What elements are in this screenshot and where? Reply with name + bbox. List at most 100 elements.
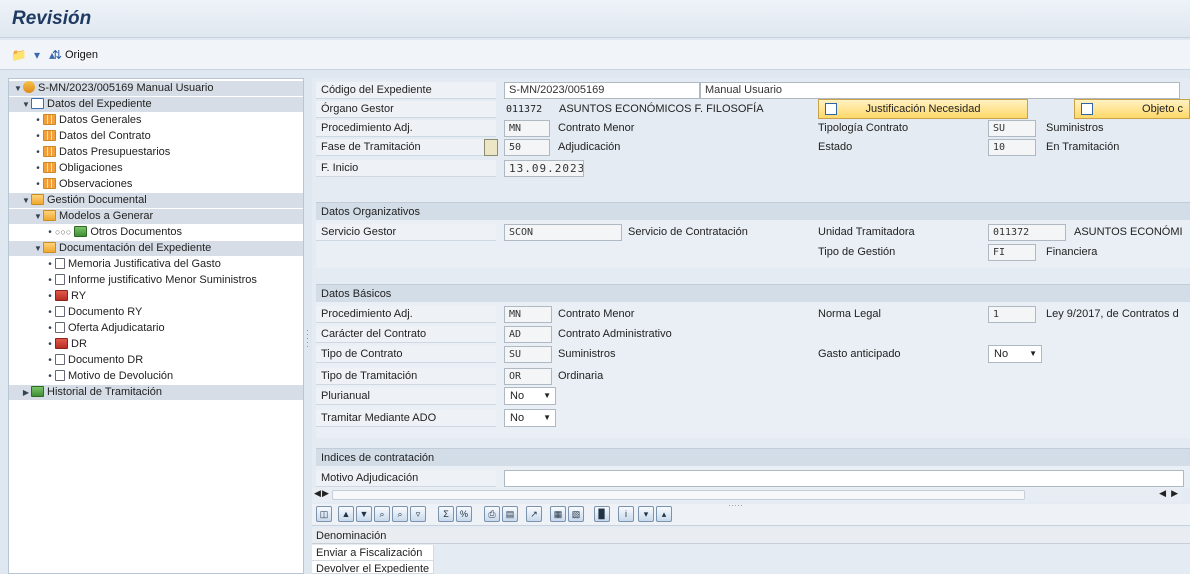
chart-icon[interactable]: ▉ <box>594 506 610 522</box>
norma-label: Norma Legal <box>818 308 881 320</box>
expand-icon[interactable]: ▾ <box>638 506 654 522</box>
find-icon[interactable]: ⌕ <box>374 506 390 522</box>
motivo-field[interactable] <box>504 470 1184 487</box>
tree-item-label: DR <box>71 338 87 350</box>
tree-item-memoria[interactable]: • Memoria Justificativa del Gasto <box>9 257 221 272</box>
horizontal-scrollbar[interactable]: ◀ ▶ ◀ ▶ <box>312 488 1182 502</box>
tree-item-label: Documento DR <box>68 354 144 366</box>
tipo-contrato-code: SU <box>504 346 552 363</box>
tree-item-gestion-documental[interactable]: ▼ Gestión Documental <box>9 193 303 208</box>
tree-item-datos-generales[interactable]: • Datos Generales <box>9 113 142 128</box>
layout-icon[interactable]: ▧ <box>568 506 584 522</box>
tramitacion-code: OR <box>504 368 552 385</box>
tree-item-expediente[interactable]: ▼ S-MN/2023/005169 Manual Usuario <box>9 81 303 96</box>
document-icon <box>55 370 65 381</box>
norma-code: 1 <box>988 306 1036 323</box>
scroll-left-icon[interactable]: ◀ <box>314 488 321 499</box>
tree-item-modelos[interactable]: ▼ Modelos a Generar <box>9 209 303 224</box>
info-icon[interactable]: i <box>618 506 634 522</box>
tree-item-obligaciones[interactable]: • Obligaciones <box>9 161 123 176</box>
caracter-text: Contrato Administrativo <box>558 328 672 340</box>
table-row[interactable]: Enviar a Fiscalización <box>312 545 434 561</box>
tree-item-datos-expediente[interactable]: ▼ Datos del Expediente <box>9 97 303 112</box>
scroll-right-icon[interactable]: ▶ <box>322 488 329 499</box>
collapse-icon[interactable]: ▴ <box>656 506 672 522</box>
expand-all-icon[interactable]: ▾ <box>30 48 44 62</box>
splitter-grip-icon[interactable]: ····· <box>728 500 743 510</box>
details-icon[interactable]: ◫ <box>316 506 332 522</box>
scroll-thumb[interactable] <box>332 490 1025 500</box>
grid-icon <box>43 162 56 173</box>
folder-icon[interactable]: 📁 <box>12 48 27 62</box>
servicio-code: SCON <box>504 224 622 241</box>
sort-ascending-icon[interactable]: ▲ <box>338 506 354 522</box>
codigo-field[interactable]: S-MN/2023/005169 <box>504 82 700 99</box>
subtotal-icon[interactable]: % <box>456 506 472 522</box>
tree-item-label: Modelos a Generar <box>59 210 154 222</box>
tipologia-text: Suministros <box>1046 122 1104 134</box>
tree-item-documentacion[interactable]: ▼ Documentación del Expediente <box>9 241 303 256</box>
tree-item-motivo-devolucion[interactable]: • Motivo de Devolución <box>9 369 173 384</box>
tree-item-oferta[interactable]: • Oferta Adjudicatario <box>9 321 165 336</box>
tree-item-observaciones[interactable]: • Observaciones <box>9 177 132 192</box>
scroll-right-end-icon[interactable]: ▶ <box>1171 488 1178 499</box>
tree-item-label: Documento RY <box>68 306 143 318</box>
tree-item-label: Motivo de Devolución <box>68 370 174 382</box>
tree-item-dr[interactable]: • DR <box>9 337 87 352</box>
descripcion-field[interactable]: Manual Usuario <box>700 82 1180 99</box>
expand-arrow-icon[interactable]: ▼ <box>21 193 31 208</box>
dropdown-arrow-icon[interactable]: ▼ <box>543 410 551 426</box>
organo-text: ASUNTOS ECONÓMICOS F. FILOSOFÍA <box>559 103 764 115</box>
expand-arrow-icon[interactable]: ▼ <box>21 97 31 112</box>
tipo-gestion-label: Tipo de Gestión <box>818 246 896 258</box>
filter-icon[interactable]: ▿ <box>410 506 426 522</box>
organo-label: Órgano Gestor <box>316 101 496 118</box>
export-icon[interactable]: ↗ <box>526 506 542 522</box>
find-next-icon[interactable]: ⌕ <box>392 506 408 522</box>
tree-item-datos-contrato[interactable]: • Datos del Contrato <box>9 129 151 144</box>
tree-item-otros-documentos[interactable]: • ○○○ Otros Documentos <box>9 225 182 240</box>
spreadsheet-icon[interactable]: ▦ <box>550 506 566 522</box>
expand-arrow-icon[interactable]: ▶ <box>21 385 31 400</box>
tree-item-documento-dr[interactable]: • Documento DR <box>9 353 143 368</box>
tree-item-documento-ry[interactable]: • Documento RY <box>9 305 142 320</box>
tree-item-label: Memoria Justificativa del Gasto <box>68 258 221 270</box>
tree-item-datos-presupuestarios[interactable]: • Datos Presupuestarios <box>9 145 170 160</box>
sum-icon[interactable]: Σ <box>438 506 454 522</box>
tramitacion-label: Tipo de Tramitación <box>316 368 496 385</box>
document-icon <box>55 258 65 269</box>
justificacion-button[interactable]: Justificación Necesidad <box>818 99 1028 119</box>
plurianual-select[interactable]: No ▼ <box>504 387 556 405</box>
tree-item-label: Observaciones <box>59 178 133 190</box>
sort-descending-icon[interactable]: ▼ <box>356 506 372 522</box>
views-icon[interactable]: ▤ <box>502 506 518 522</box>
print-icon[interactable]: ⎙ <box>484 506 500 522</box>
caracter-label: Carácter del Contrato <box>316 326 496 343</box>
origin-button[interactable]: Origen <box>65 49 98 61</box>
proc-label: Procedimiento Adj. <box>316 120 496 137</box>
tree-item-ry[interactable]: • RY <box>9 289 86 304</box>
tree-item-label: Documentación del Expediente <box>59 242 212 254</box>
tree-item-label: Datos del Expediente <box>47 98 152 110</box>
document-icon <box>55 354 65 365</box>
pane-splitter[interactable]: · · · · · <box>306 78 310 574</box>
expand-arrow-icon[interactable]: ▼ <box>33 241 43 256</box>
expand-arrow-icon[interactable]: ▼ <box>13 81 23 96</box>
grid-toolbar: ◫ ▲ ▼ ⌕ ⌕ ▿ Σ % ⎙ ▤ ↗ ▦ ▧ ▉ i ▾ ▴ ····· <box>312 500 1190 526</box>
scroll-left-end-icon[interactable]: ◀ <box>1159 488 1166 499</box>
dropdown-arrow-icon[interactable]: ▼ <box>1029 346 1037 362</box>
matchcode-icon[interactable] <box>484 139 498 156</box>
title-bar: Revisión <box>0 0 1190 38</box>
table-row[interactable]: Devolver el Expediente <box>312 561 434 574</box>
tree-item-historial[interactable]: ▶ Historial de Tramitación <box>9 385 303 400</box>
inicio-label: F. Inicio <box>316 160 496 177</box>
grid-column-header[interactable]: Denominación <box>312 528 1190 544</box>
gasto-select[interactable]: No ▼ <box>988 345 1042 363</box>
objeto-button[interactable]: Objeto c <box>1074 99 1190 119</box>
unidad-code: 011372 <box>988 224 1066 241</box>
ado-select[interactable]: No ▼ <box>504 409 556 427</box>
splitter-grip-icon[interactable]: ····· <box>306 326 309 351</box>
tree-item-informe[interactable]: • Informe justificativo Menor Suministros <box>9 273 257 288</box>
dropdown-arrow-icon[interactable]: ▼ <box>543 388 551 404</box>
expand-arrow-icon[interactable]: ▼ <box>33 209 43 224</box>
